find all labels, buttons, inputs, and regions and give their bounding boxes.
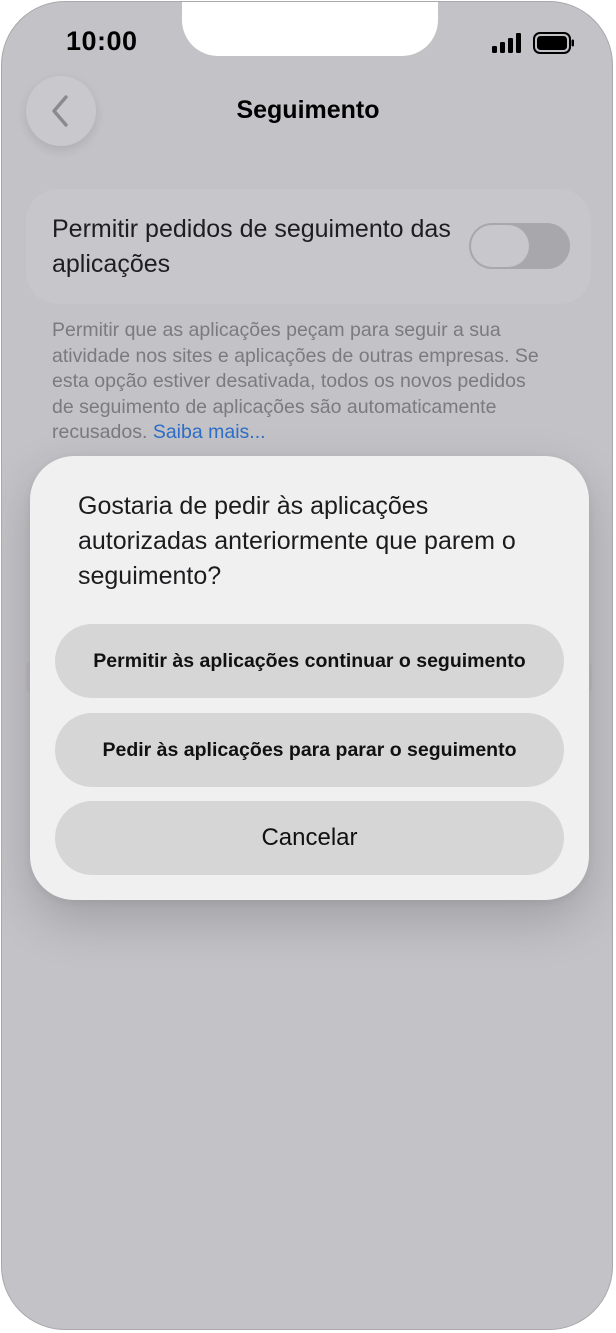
status-time: 10:00: [66, 26, 138, 56]
device-notch: [182, 2, 438, 56]
footer-description: Permitir que as aplicações peçam para se…: [52, 319, 539, 443]
phone-screen: 10:00 Seguimento Permitir pedidos de seg…: [1, 1, 613, 1330]
tracking-settings-card: Permitir pedidos de seguimento das aplic…: [26, 189, 591, 304]
battery-icon: [533, 32, 574, 54]
ask-stop-tracking-button[interactable]: Pedir às aplicações para parar o seguime…: [55, 713, 564, 787]
page-title: Seguimento: [236, 96, 380, 124]
dialog-title: Gostaria de pedir às aplicações autoriza…: [78, 492, 516, 590]
toggle-label: Permitir pedidos de seguimento das aplic…: [52, 215, 451, 278]
cellular-signal-icon: [492, 33, 521, 53]
allow-continue-tracking-button[interactable]: Permitir às aplicações continuar o segui…: [55, 624, 564, 698]
settings-footer: Permitir que as aplicações peçam para se…: [52, 318, 552, 446]
allow-tracking-toggle[interactable]: [469, 223, 570, 269]
toggle-knob: [471, 225, 529, 267]
cancel-button[interactable]: Cancelar: [55, 801, 564, 875]
learn-more-link[interactable]: Saiba mais...: [153, 421, 266, 443]
action-dialog: Gostaria de pedir às aplicações autoriza…: [30, 456, 589, 900]
